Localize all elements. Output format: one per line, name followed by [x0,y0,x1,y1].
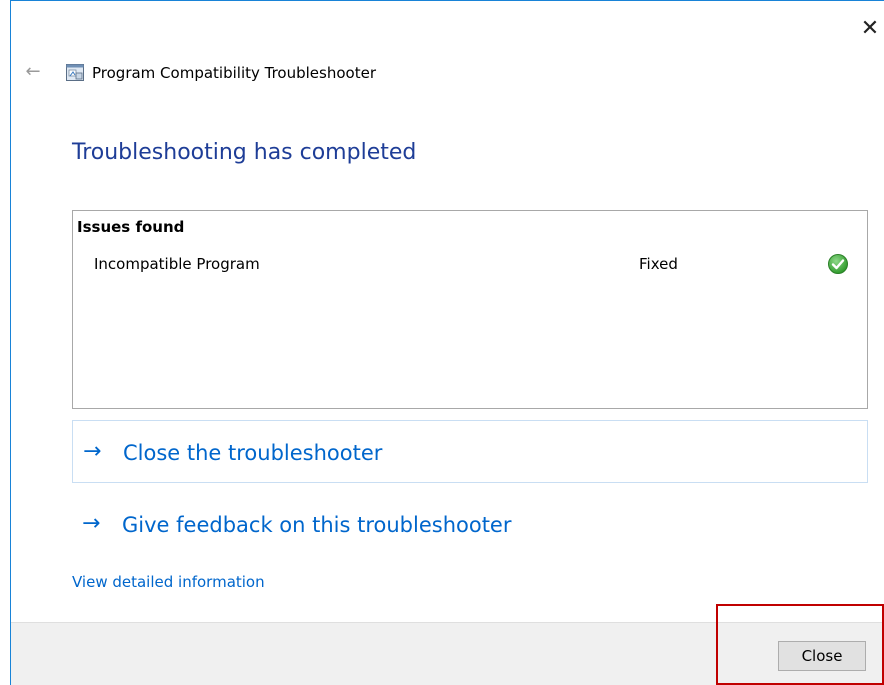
page-title: Troubleshooting has completed [72,140,417,165]
footer-bar [11,622,884,685]
issues-header: Issues found [77,218,185,236]
issue-status: Fixed [639,255,678,273]
view-detailed-information-link[interactable]: View detailed information [72,571,265,593]
close-button[interactable]: Close [778,641,866,671]
window-border-top [10,0,884,1]
window-border-left [10,0,11,685]
right-arrow-icon: → [82,511,101,536]
give-feedback-label: Give feedback on this troubleshooter [122,513,512,537]
close-troubleshooter-link[interactable]: → Close the troubleshooter [72,420,868,483]
give-feedback-link[interactable]: → Give feedback on this troubleshooter [72,493,868,556]
troubleshooter-window: ✕ ← Program Compatibility Troubleshooter… [0,0,884,685]
app-title: Program Compatibility Troubleshooter [92,64,376,82]
issue-name: Incompatible Program [94,255,260,273]
right-arrow-icon: → [83,439,102,464]
window-close-icon[interactable]: ✕ [856,14,884,44]
troubleshooter-app-icon [66,64,84,81]
issues-panel: Issues found Incompatible Program Fixed [72,210,868,409]
back-arrow-icon[interactable]: ← [22,60,44,84]
close-troubleshooter-label: Close the troubleshooter [123,441,383,465]
check-circle-icon [828,254,848,274]
